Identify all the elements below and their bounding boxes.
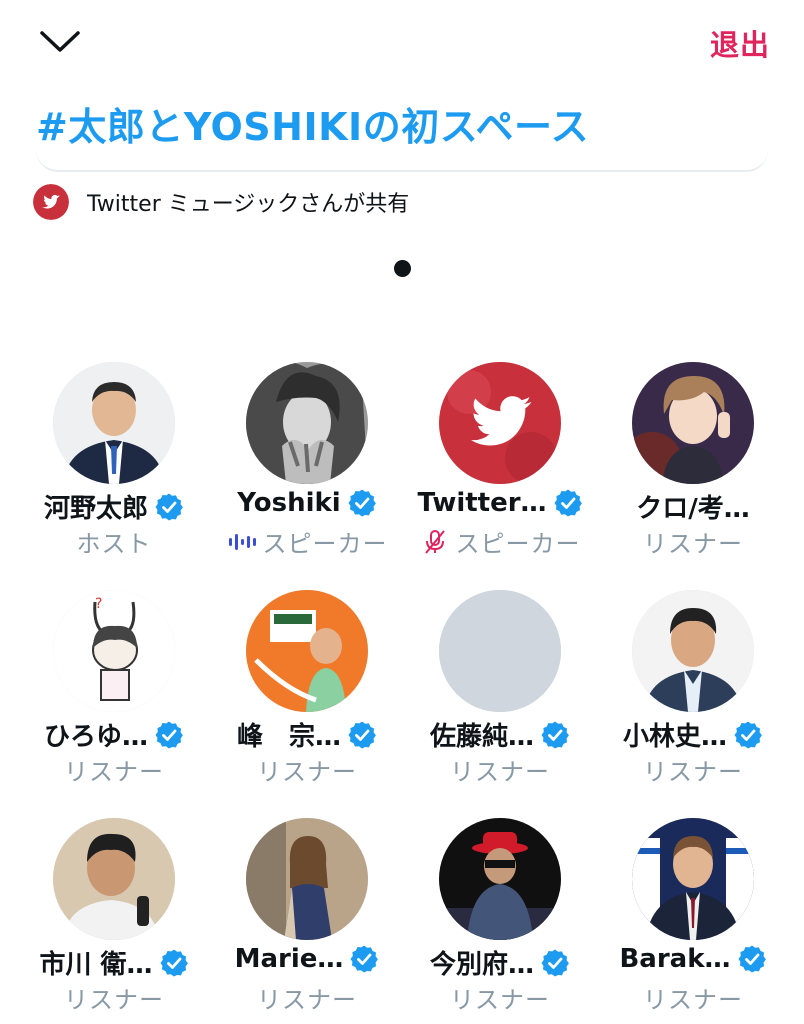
verified-badge-icon (350, 945, 379, 973)
participant-role: リスナー (643, 986, 743, 1014)
participant-name: 小林史… (622, 722, 727, 752)
participant-avatar (632, 590, 754, 712)
chevron-down-icon (40, 31, 80, 52)
participant-avatar (439, 590, 561, 712)
verified-badge-icon (155, 493, 183, 520)
participant-name-row: Twitter… (400, 488, 600, 518)
verified-badge-icon (541, 949, 569, 976)
participant-role: スピーカー (262, 530, 388, 558)
speaking-waveform-icon (228, 533, 256, 550)
participant-role-row: スピーカー (207, 524, 407, 559)
participant-name-row: ひろゆ… (14, 716, 214, 753)
participant-avatar (439, 362, 561, 484)
participant-name-row: クロ/考… (593, 488, 793, 525)
verified-badge-icon (554, 489, 582, 517)
participant-name: 峰 宗… (236, 722, 341, 752)
participant-card[interactable]: クロ/考… リスナー (593, 362, 793, 562)
participant-role: リスナー (643, 530, 743, 558)
verified-badge-icon (160, 949, 188, 976)
participant-role: ホスト (76, 530, 152, 558)
participant-name-row: 峰 宗… (207, 716, 407, 753)
verified-badge-icon (155, 721, 183, 748)
participant-role: スピーカー (455, 530, 581, 558)
participant-card[interactable]: 市川 衛… リスナー (14, 818, 214, 1018)
participant-avatar: ? (53, 590, 175, 712)
participant-name-row: 佐藤純… (400, 716, 600, 753)
participant-name: Yoshiki (237, 488, 341, 518)
space-title: #太郎とYOSHIKIの初スペース (36, 105, 590, 149)
participant-card[interactable]: 小林史… リスナー (593, 590, 793, 790)
participant-name-row: Marie… (207, 944, 407, 974)
title-divider (36, 150, 768, 172)
verified-badge-icon (541, 721, 569, 748)
shared-by-text: Twitter ミュージックさんが共有 (87, 192, 410, 217)
verified-badge-icon (348, 489, 376, 517)
collapse-button[interactable] (38, 24, 82, 58)
participant-role-row: リスナー (14, 752, 214, 787)
participant-name: 市川 衛… (39, 950, 153, 980)
participant-name: クロ/考… (636, 494, 750, 524)
participant-role-row: リスナー (593, 980, 793, 1015)
participant-role-row: リスナー (207, 752, 407, 787)
participant-name: 今別府… (429, 950, 534, 980)
twitter-bird-icon (33, 184, 69, 220)
participant-card[interactable]: Barak… リスナー (593, 818, 793, 1018)
participant-role-row: リスナー (400, 980, 600, 1015)
participant-card[interactable]: 河野太郎ホスト (14, 362, 214, 562)
mic-muted-icon (424, 529, 445, 554)
participant-name: 佐藤純… (429, 722, 534, 752)
participant-name-row: 河野太郎 (14, 488, 214, 525)
participant-role-row: リスナー (207, 980, 407, 1015)
participant-role-row: リスナー (400, 752, 600, 787)
verified-badge-icon (734, 721, 762, 748)
participant-name: ひろゆ… (43, 722, 148, 752)
participant-card[interactable]: 佐藤純… リスナー (400, 590, 600, 790)
svg-text:?: ? (95, 596, 102, 612)
verified-badge-icon (738, 945, 766, 973)
participant-avatar (439, 818, 561, 940)
participant-role: リスナー (257, 758, 357, 786)
participant-role: リスナー (450, 758, 550, 786)
participant-card[interactable]: 今別府… リスナー (400, 818, 600, 1018)
shared-by-row[interactable]: Twitter ミュージックさんが共有 (33, 184, 409, 220)
participant-name: Barak… (619, 944, 731, 974)
page-indicator-dot (394, 260, 411, 277)
participant-name-row: Yoshiki (207, 488, 407, 518)
participant-avatar (246, 362, 368, 484)
participant-avatar (246, 818, 368, 940)
verified-badge-icon (348, 721, 376, 748)
participant-name: Twitter… (417, 488, 547, 518)
participant-card[interactable]: Marie… リスナー (207, 818, 407, 1018)
participant-card[interactable]: 峰 宗… リスナー (207, 590, 407, 790)
participant-role: リスナー (450, 986, 550, 1014)
participant-name-row: 今別府… (400, 944, 600, 981)
participant-card[interactable]: ? ひろゆ… リスナー (14, 590, 214, 790)
participant-role-row: ホスト (14, 524, 214, 559)
participant-avatar (246, 590, 368, 712)
participant-role: リスナー (64, 986, 164, 1014)
participant-card[interactable]: Yoshiki スピーカー (207, 362, 407, 562)
participant-name: 河野太郎 (43, 494, 148, 524)
participant-role-row: リスナー (14, 980, 214, 1015)
participant-card[interactable]: Twitter… スピーカー (400, 362, 600, 562)
participant-role: リスナー (64, 758, 164, 786)
participant-avatar (632, 818, 754, 940)
participant-name-row: Barak… (593, 944, 793, 974)
participant-avatar (53, 362, 175, 484)
participant-role-row: リスナー (593, 524, 793, 559)
participant-role: リスナー (643, 758, 743, 786)
participant-name-row: 小林史… (593, 716, 793, 753)
leave-button[interactable]: 退出 (710, 22, 770, 64)
twitter-music-avatar (33, 184, 69, 220)
participant-name: Marie… (234, 944, 344, 974)
participant-avatar (632, 362, 754, 484)
participant-role: リスナー (257, 986, 357, 1014)
participant-role-row: リスナー (593, 752, 793, 787)
participant-avatar (53, 818, 175, 940)
participant-role-row: スピーカー (400, 524, 600, 559)
participant-name-row: 市川 衛… (14, 944, 214, 981)
